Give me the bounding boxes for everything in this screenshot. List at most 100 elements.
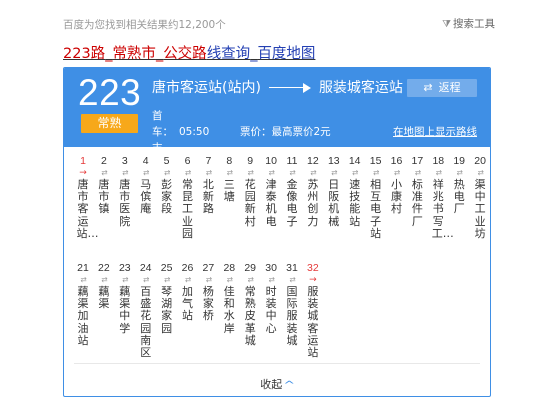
bus-stop[interactable]: 17 ⇄ 标准件厂 — [407, 155, 427, 228]
stop-number: 28 — [223, 262, 236, 274]
city-badge: 常熟 — [81, 114, 138, 133]
stop-name: 常昆工业园 — [182, 178, 193, 240]
bus-stop[interactable]: 3 ⇄ 唐市医院 — [115, 155, 135, 228]
bus-stop[interactable]: 4 ⇄ 马傧庵 — [136, 155, 156, 216]
bus-stop[interactable]: 22 ⇄ 藕渠 — [94, 262, 114, 310]
stop-number: 7 — [205, 155, 212, 167]
bus-stop[interactable]: 16 ⇄ 小康村 — [387, 155, 407, 216]
route-endpoints: 唐市客运站(站内) 服装城客运站 — [152, 77, 403, 97]
bus-stop[interactable]: 21 ⇄ 藕渠加油站 — [73, 262, 93, 347]
stop-number: 1 — [80, 155, 86, 167]
bus-stop[interactable]: 31 ⇄ 国际服装城 — [282, 262, 302, 347]
bus-stop[interactable]: 27 ⇄ 杨家桥 — [198, 262, 218, 323]
stop-number: 14 — [348, 155, 361, 167]
bus-stop[interactable]: 30 ⇄ 时装中心 — [261, 262, 281, 335]
stop-name: 北新路 — [202, 178, 214, 216]
bus-stop[interactable]: 6 ⇄ 常昆工业园 — [178, 155, 198, 240]
stop-number: 18 — [432, 155, 445, 167]
results-header: 百度为您找到相关结果约12,200个 ⧩ 搜索工具 — [0, 0, 541, 40]
first-bus-label: 首车： — [152, 110, 173, 138]
return-trip-label: 返程 — [438, 81, 461, 94]
stop-number: 4 — [142, 155, 149, 167]
title-keyword-route: 223路 — [63, 46, 106, 62]
bus-stop[interactable]: 14 ⇄ 速技能站 — [345, 155, 365, 228]
result-count-text: 百度为您找到相关结果约12,200个 — [63, 19, 226, 31]
title-keyword-city: 常熟市 — [112, 46, 156, 62]
stops-row-2: 21 ⇄ 藕渠加油站 22 ⇄ 藕渠 23 ⇄ 藕渠中学 24 ⇄ 百盛花园南区 25 ⇄ 琴湖家园 26 ⇄ 加… — [73, 262, 490, 372]
bus-stop[interactable]: 24 ⇄ 百盛花园南区 — [136, 262, 156, 359]
stop-name: 金像电子 — [286, 178, 298, 228]
bus-stop[interactable]: 13 ⇄ 日阪机械 — [324, 155, 344, 228]
stop-name: 国际服装城 — [286, 285, 298, 347]
stop-number: 11 — [286, 155, 298, 167]
bus-stop[interactable]: 18 ⇄ 祥兆书写工… — [428, 155, 454, 240]
result-title-link[interactable]: 223路_常熟市_公交路线查询_百度地图 — [63, 42, 315, 63]
bus-stop[interactable]: 26 ⇄ 加气站 — [178, 262, 198, 323]
line-number: 223 — [78, 72, 142, 113]
stop-name: 祥兆书写工… — [431, 178, 454, 240]
stop-name: 佳和水岸 — [223, 285, 235, 335]
title-text-map: 百度地图 — [257, 46, 316, 62]
stop-name: 津泰机电 — [265, 178, 277, 228]
stop-number: 17 — [411, 155, 424, 167]
stop-number: 12 — [307, 155, 319, 167]
collapse-button[interactable]: 收起^ — [64, 376, 490, 392]
bus-stop[interactable]: 19 ⇄ 热电厂 — [449, 155, 469, 216]
bus-stop[interactable]: 1 → 唐市客运站… — [73, 155, 99, 240]
bus-stop[interactable]: 23 ⇄ 藕渠中学 — [115, 262, 135, 335]
stop-name: 唐市客运站… — [76, 178, 99, 240]
bus-stop[interactable]: 29 ⇄ 常熟皮革城 — [240, 262, 260, 347]
bus-stop[interactable]: 12 ⇄ 苏州创力 — [303, 155, 323, 228]
stop-name: 百盛花园南区 — [140, 285, 152, 360]
stop-name: 苏州创力 — [307, 178, 319, 228]
stop-name: 花园新村 — [244, 178, 256, 228]
bus-stop[interactable]: 5 ⇄ 彭家段 — [157, 155, 177, 216]
divider — [74, 363, 480, 364]
stop-name: 加气站 — [182, 285, 193, 323]
title-keyword-bus: 公交路 — [163, 46, 207, 62]
stop-name: 时装中心 — [265, 285, 277, 335]
stops-row-1: 1 → 唐市客运站… 2 ⇄ 唐市镇 3 ⇄ 唐市医院 4 ⇄ 马傧庵 5 ⇄ 彭家段 6 ⇄ 常昆工业园 7 ⇄ 北新… — [73, 155, 490, 265]
return-trip-button[interactable]: ⇄ 返程 — [407, 79, 477, 97]
bus-line-card: 223 常熟 唐市客运站(站内) 服装城客运站 ⇄ 返程 首车： 05:50 末车：… — [63, 67, 491, 397]
stop-number: 6 — [184, 155, 191, 167]
stop-number: 5 — [163, 155, 170, 167]
bus-stop[interactable]: 7 ⇄ 北新路 — [198, 155, 218, 216]
stop-number: 21 — [77, 262, 89, 274]
bus-stop[interactable]: 32 → 服装城客运站 — [303, 262, 323, 359]
bus-stop[interactable]: 9 ⇄ 花园新村 — [240, 155, 260, 228]
bus-stop[interactable]: 28 ⇄ 佳和水岸 — [219, 262, 239, 335]
result-title-anchor[interactable]: 223路_常熟市_公交路线查询_百度地图 — [63, 46, 315, 62]
stop-name: 服装城客运站 — [307, 285, 319, 360]
stop-number: 27 — [202, 262, 215, 274]
stop-name: 藕渠中学 — [119, 285, 131, 335]
bus-stop[interactable]: 11 ⇄ 金像电子 — [282, 155, 302, 228]
stop-name: 热电厂 — [453, 178, 465, 216]
stop-name: 相互电子站 — [370, 178, 382, 240]
title-text-query: 线查询 — [206, 46, 251, 62]
bus-stop[interactable]: 25 ⇄ 琴湖家园 — [157, 262, 177, 335]
show-on-map-link[interactable]: 在地图上显示路线 — [393, 124, 477, 139]
stop-name: 藕渠 — [98, 285, 110, 311]
search-tools-button[interactable]: ⧩ 搜索工具 — [442, 16, 495, 31]
stop-name: 标准件厂 — [411, 178, 423, 228]
stop-number: 2 — [100, 155, 107, 167]
stop-name: 日阪机械 — [328, 178, 340, 228]
stop-number: 19 — [453, 155, 466, 167]
bus-stop[interactable]: 20 ⇄ 渠中工业坊 — [470, 155, 490, 240]
bus-line-header: 223 常熟 唐市客运站(站内) 服装城客运站 ⇄ 返程 首车： 05:50 末车：… — [64, 68, 490, 170]
stop-number: 29 — [244, 262, 257, 274]
stop-number: 16 — [390, 155, 403, 167]
bus-stop[interactable]: 15 ⇄ 相互电子站 — [366, 155, 386, 240]
bus-stop[interactable]: 8 ⇄ 三塘 — [219, 155, 239, 203]
stop-number: 15 — [369, 155, 382, 167]
stop-name: 小康村 — [391, 178, 402, 216]
bus-stop[interactable]: 10 ⇄ 津泰机电 — [261, 155, 281, 228]
stop-name: 藕渠加油站 — [77, 285, 89, 347]
chevron-up-icon: ^ — [283, 380, 296, 391]
bus-stop[interactable]: 2 ⇄ 唐市镇 — [94, 155, 114, 216]
first-bus-row: 首车： 05:50 — [152, 108, 209, 140]
stop-number: 10 — [265, 155, 277, 167]
stop-number: 9 — [247, 155, 254, 167]
stop-number: 13 — [327, 155, 340, 167]
